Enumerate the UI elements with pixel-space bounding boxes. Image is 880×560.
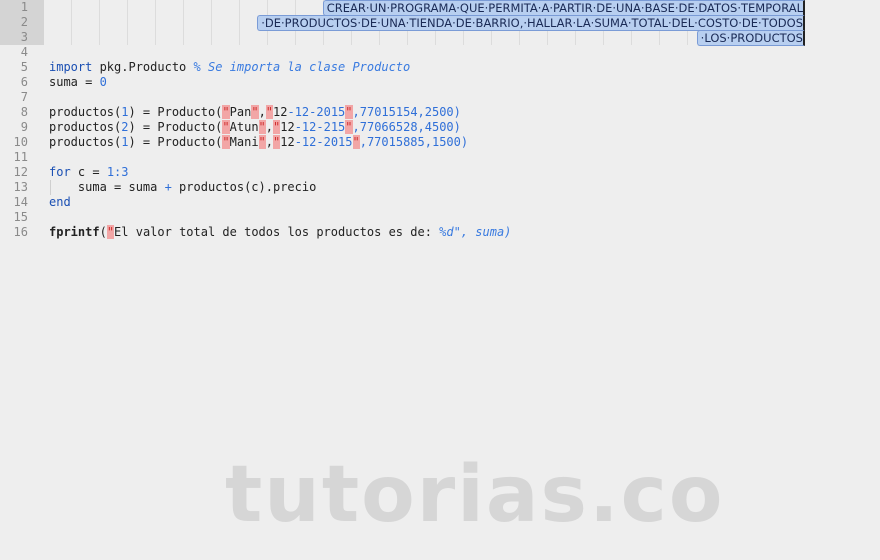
line-number: 13 [13, 180, 28, 194]
line-number: 7 [20, 90, 28, 104]
line-number: 5 [20, 60, 28, 74]
line-number: 10 [13, 135, 28, 149]
line-number: 14 [13, 195, 28, 209]
line-number: 2 [20, 15, 28, 29]
code-line-10[interactable]: productos(1) = Producto("Mani","12-12-20… [49, 135, 468, 150]
code-line-14[interactable]: end [49, 195, 71, 210]
line-number: 1 [20, 0, 28, 14]
line-number: 3 [20, 30, 28, 44]
line-number: 4 [20, 45, 28, 59]
comment-banner-line-1: CREAR·UN·PROGRAMA·QUE·PERMITA·A·PARTIR·D… [322, 0, 805, 16]
code-line-8[interactable]: productos(1) = Producto("Pan","12-12-201… [49, 105, 461, 120]
line-number: 12 [13, 165, 28, 179]
line-number: 16 [13, 225, 28, 239]
code-line-6[interactable]: suma = 0 [49, 75, 107, 90]
code-line-16[interactable]: fprintf("El valor total de todos los pro… [49, 225, 511, 240]
line-number: 8 [20, 105, 28, 119]
watermark-logo: tutorias.co [225, 450, 725, 540]
line-number: 15 [13, 210, 28, 224]
code-line-13[interactable]: suma = suma + productos(c).precio [49, 180, 316, 195]
comment-banner-line-2: ·DE·PRODUCTOS·DE·UNA·TIENDA·DE·BARRIO,·H… [257, 15, 805, 31]
line-number: 11 [13, 150, 28, 164]
line-number: 6 [20, 75, 28, 89]
code-line-12[interactable]: for c = 1:3 [49, 165, 129, 180]
line-number: 9 [20, 120, 28, 134]
code-line-9[interactable]: productos(2) = Producto("Atun","12-12-21… [49, 120, 461, 135]
comment: % Se importa la clase Producto [193, 60, 411, 74]
code-editor[interactable]: 1 2 3 4 5 6 7 8 9 10 11 12 13 14 15 16 CREAR·UN·PROGRAM… [0, 0, 880, 560]
code-line-5[interactable]: import pkg.Producto % Se importa la clas… [49, 60, 410, 75]
comment-banner-line-3: ·LOS·PRODUCTOS [696, 30, 805, 46]
